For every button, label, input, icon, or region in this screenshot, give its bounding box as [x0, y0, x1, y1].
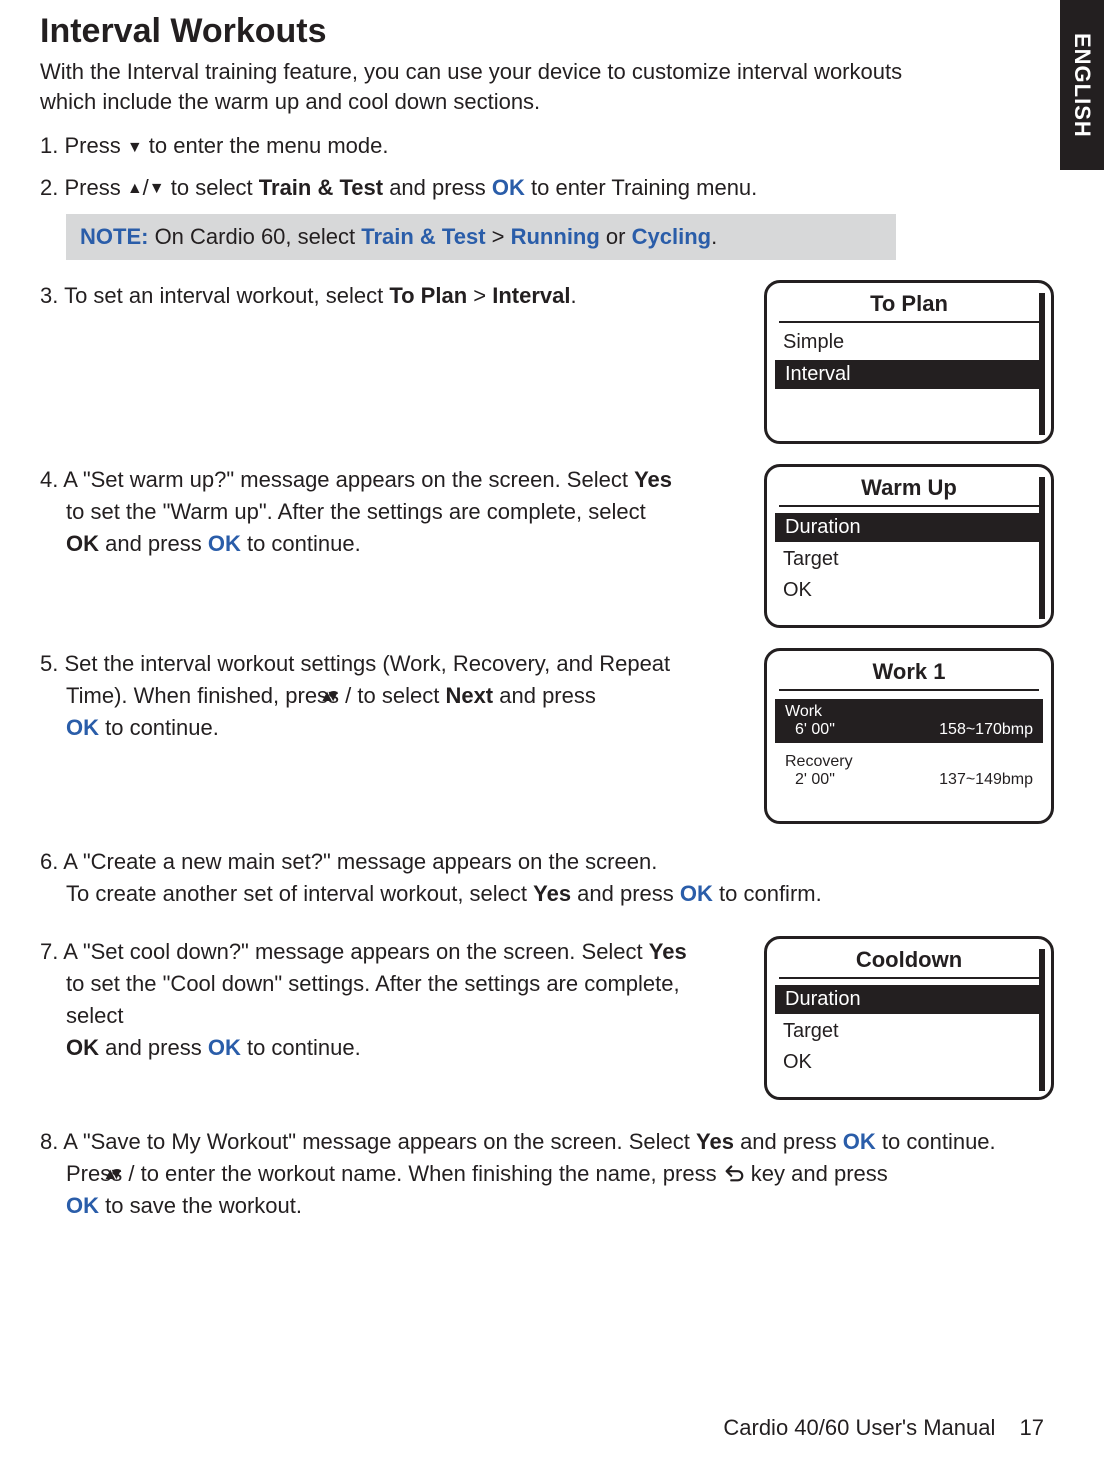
note-label: NOTE: [80, 224, 155, 249]
scrollbar [1039, 293, 1045, 435]
footer: Cardio 40/60 User's Manual 17 [723, 1415, 1044, 1441]
work-row-selected: Work 6' 00" 158~170bmp [775, 699, 1043, 743]
down-triangle-icon: ▼ [127, 140, 143, 156]
note-box: NOTE: On Cardio 60, select Train & Test … [66, 214, 896, 260]
menu-item-target: Target [767, 1016, 1051, 1047]
step-7: 7. A "Set cool down?" message appears on… [40, 936, 720, 1064]
menu-item-interval-selected: Interval [775, 360, 1043, 389]
screen-title: To Plan [779, 283, 1039, 323]
step-8: 8. A "Save to My Workout" message appear… [40, 1126, 1000, 1222]
scrollbar [1039, 477, 1045, 619]
menu-item-duration-selected: Duration [775, 513, 1043, 542]
page-title: Interval Workouts [40, 12, 1054, 51]
up-triangle-icon: ▲ [127, 181, 143, 197]
screen-cooldown: Cooldown Duration Target OK [764, 936, 1054, 1100]
recovery-label: Recovery [785, 753, 1033, 771]
work-label: Work [785, 703, 1033, 721]
scrollbar [1039, 949, 1045, 1091]
menu-item-ok: OK [767, 575, 1051, 606]
step-5: 5. Set the interval workout settings (Wo… [40, 648, 720, 744]
screen-title: Warm Up [779, 467, 1039, 507]
recovery-row: Recovery 2' 00" 137~149bmp [767, 747, 1051, 791]
step-2: 2. Press ▲/▼ to select Train & Test and … [40, 172, 1054, 204]
menu-item-simple: Simple [767, 327, 1051, 358]
step-6: 6. A "Create a new main set?" message ap… [40, 846, 1000, 910]
menu-item-duration-selected: Duration [775, 985, 1043, 1014]
screen-title: Work 1 [779, 651, 1039, 691]
screen-to-plan: To Plan Simple Interval [764, 280, 1054, 444]
intro-text: With the Interval training feature, you … [40, 57, 920, 116]
page-number: 17 [1020, 1415, 1044, 1440]
down-triangle-icon: ▼ [149, 181, 165, 197]
step-1: 1. Press ▼ to enter the menu mode. [40, 130, 1054, 162]
manual-name: Cardio 40/60 User's Manual [723, 1415, 995, 1440]
screen-warm-up: Warm Up Duration Target OK [764, 464, 1054, 628]
menu-item-ok: OK [767, 1047, 1051, 1078]
work-bpm: 158~170bmp [939, 721, 1033, 739]
work-time: 6' 00" [795, 721, 835, 739]
recovery-time: 2' 00" [795, 771, 835, 789]
step-4: 4. A "Set warm up?" message appears on t… [40, 464, 672, 560]
screen-work-1: Work 1 Work 6' 00" 158~170bmp Recovery 2… [764, 648, 1054, 824]
step-3: 3. To set an interval workout, select To… [40, 280, 577, 312]
recovery-bpm: 137~149bmp [939, 771, 1033, 789]
menu-item-target: Target [767, 544, 1051, 575]
back-icon [723, 1161, 745, 1186]
screen-title: Cooldown [779, 939, 1039, 979]
language-tab: ENGLISH [1060, 0, 1104, 170]
